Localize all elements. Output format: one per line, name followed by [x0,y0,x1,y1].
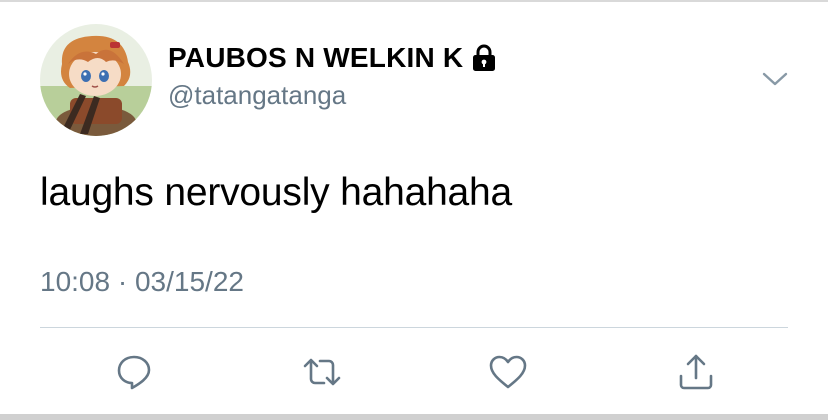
like-button[interactable] [488,352,528,392]
retweet-button[interactable] [302,352,342,392]
divider [40,327,788,328]
bottom-border [0,414,828,420]
display-name[interactable]: PAUBOS N WELKIN K [168,40,497,76]
share-button[interactable] [676,352,716,392]
lock-icon [471,43,497,73]
share-icon [676,352,716,392]
user-handle[interactable]: @tatangatanga [168,80,346,111]
like-icon [488,352,528,392]
avatar[interactable] [40,24,152,136]
retweet-icon [302,352,342,392]
tweet-time: 10:08 [40,266,111,297]
top-border [0,0,828,2]
tweet-text: laughs nervously hahahaha [40,171,513,214]
chevron-down-icon[interactable] [760,64,790,94]
reply-button[interactable] [114,352,154,392]
display-name-text: PAUBOS N WELKIN K [168,42,464,73]
tweet-timestamp[interactable]: 10:08 · 03/15/22 [40,266,244,298]
reply-icon [115,353,153,391]
timestamp-separator: · [117,266,128,297]
tweet-date: 03/15/22 [134,266,244,297]
